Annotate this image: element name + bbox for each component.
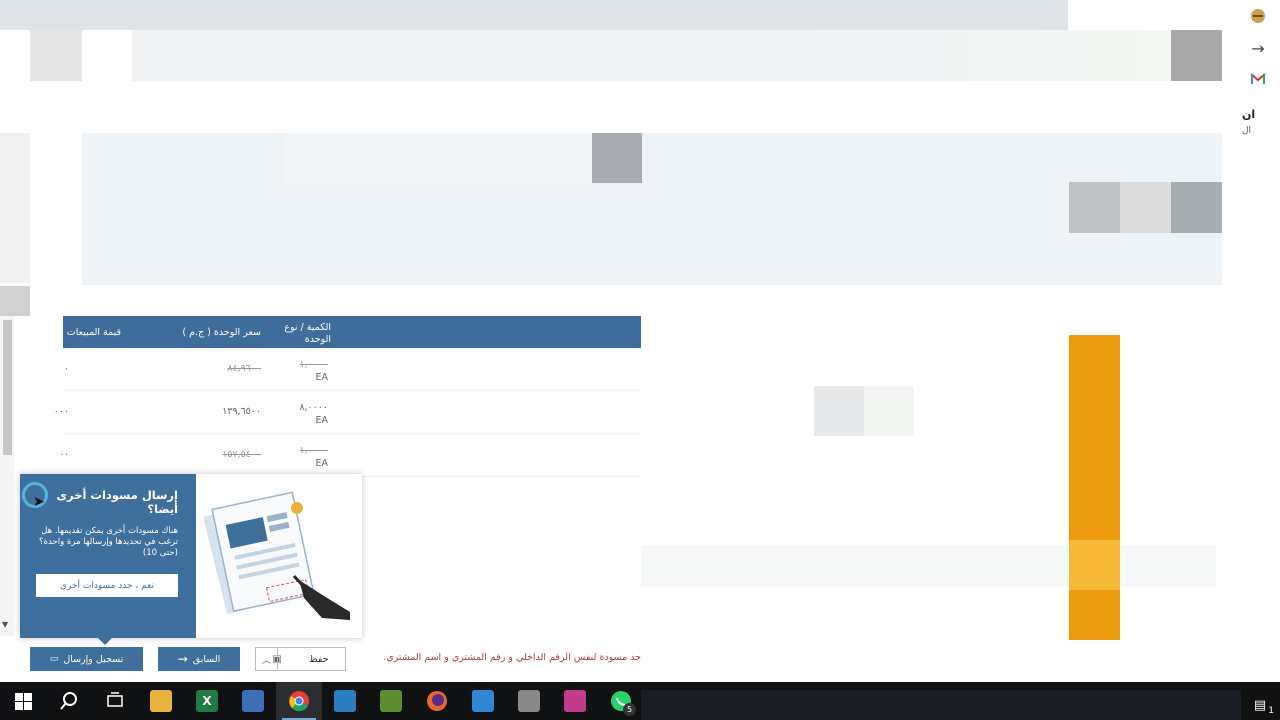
row-qty: ١,٠٠٠٠ [299, 359, 328, 370]
save-label: حفظ [308, 653, 329, 665]
notification-badge: 1 [1268, 706, 1274, 716]
form-section [82, 133, 1222, 285]
table-header: الكمية / نوع الوحدة سعر الوحدة ( ج.م ) ق… [63, 316, 641, 348]
header-sales-value: قيمة المبيعات [66, 327, 121, 338]
table-row: ٨,٠٠٠٠ EA ١٣٩,٦٥٠٠ ٠٠٠ [54, 391, 641, 434]
tile [1171, 182, 1222, 233]
row-unit-price: ١٥٧,٥٤٠٠ [222, 449, 261, 460]
row-sales-value: ٠٠ [58, 449, 69, 460]
popup-body: هناك مسودات أخرى يمكن تقديمها. هل ترغب ف… [39, 526, 178, 558]
taskbar-item-search[interactable] [46, 682, 92, 720]
row-qty: ٨,٠٠٠٠ [299, 402, 328, 413]
task-view-icon [107, 692, 123, 707]
left-gutter-block [0, 286, 30, 316]
toolbar-block [30, 30, 82, 81]
installer-icon [472, 690, 494, 712]
arrow-right-icon: → [177, 652, 188, 666]
right-panel-subtitle: ال [1242, 126, 1252, 136]
taskbar-item-app-drop[interactable] [552, 682, 598, 720]
scrollbar-thumb[interactable] [3, 320, 12, 455]
items-table: الكمية / نوع الوحدة سعر الوحدة ( ج.م ) ق… [54, 316, 641, 477]
taskbar-item-app-blue[interactable] [322, 682, 368, 720]
image-icon [518, 690, 540, 712]
select-other-drafts-button[interactable]: نعم ، حدد مسودات أخرى [36, 574, 178, 597]
orange-bar [1069, 335, 1120, 640]
previous-button[interactable]: السابق → [158, 647, 240, 671]
whatsapp-badge: 5 [623, 703, 636, 716]
outlook-icon [242, 690, 264, 712]
taskbar-items: X5 [0, 682, 644, 720]
row-unit-price: ٨٤,٩٦٠٠ [227, 363, 261, 374]
draft-warning-text: جد مسودة لنفس الرقم الداخلي و رقم المشتر… [383, 652, 641, 663]
windows-logo-icon [14, 692, 32, 710]
profile-avatar-icon[interactable] [1246, 4, 1270, 28]
row-sales-value: ٠٠٠ [53, 406, 69, 417]
header-unit-price: سعر الوحدة ( ج.م ) [182, 327, 261, 338]
form-field[interactable] [285, 133, 595, 183]
taskbar-item-excel[interactable]: X [184, 682, 230, 720]
taskbar-item-outlook[interactable] [230, 682, 276, 720]
taskbar-item-whatsapp[interactable]: 5 [598, 682, 644, 720]
row-unit-price: ١٣٩,٦٥٠٠ [222, 406, 261, 417]
taskbar-dark-region [641, 690, 1241, 720]
chrome-icon [289, 691, 309, 712]
folder-icon [150, 690, 172, 712]
excel-icon: X [196, 690, 218, 712]
row-sales-value: ٠ [63, 363, 69, 374]
firefox-icon [427, 691, 447, 711]
scroll-down-icon[interactable]: ▼ [2, 620, 8, 629]
search-icon [60, 692, 77, 710]
browser-tab-strip [0, 0, 1068, 30]
save-button[interactable]: حفظ ▣ ︿ [255, 647, 346, 671]
drop-icon [564, 690, 586, 712]
form-gray-block [592, 133, 642, 183]
taskbar-item-firefox[interactable] [414, 682, 460, 720]
popup-pointer [96, 636, 114, 645]
tile [1069, 182, 1120, 233]
popup-button-label: نعم ، حدد مسودات أخرى [59, 580, 155, 591]
row-unit: EA [315, 372, 328, 383]
right-panel [1240, 0, 1280, 690]
right-panel-title: ان [1242, 108, 1256, 121]
table-row: ١,٠٠٠٠ EA ٨٤,٩٦٠٠ ٠ [63, 348, 641, 391]
submit-label: تسجيل وإرسال [63, 653, 124, 665]
gmail-icon[interactable] [1246, 66, 1270, 90]
send-icon: ▭ [49, 654, 59, 664]
taskbar-item-app-green[interactable] [368, 682, 414, 720]
taskbar-item-task-view[interactable] [92, 682, 138, 720]
forward-arrow-icon[interactable]: → [1246, 36, 1270, 60]
row-qty: ١,٠٠٠٠ [299, 445, 328, 456]
window-icon [334, 690, 356, 712]
table-body: ١,٠٠٠٠ EA ٨٤,٩٦٠٠ ٠ ٨,٠٠٠٠ EA ١٣٩,٦٥٠٠ ٠٠٠ ١,٠٠٠… [54, 348, 641, 477]
notification-center-icon[interactable]: ▤ 1 [1240, 690, 1280, 720]
taskbar-item-app-gray[interactable] [506, 682, 552, 720]
pale-row [641, 545, 1216, 587]
taskbar-item-app-installer[interactable] [460, 682, 506, 720]
chevron-up-icon[interactable]: ︿ [256, 648, 278, 670]
previous-label: السابق [192, 653, 221, 665]
address-bar[interactable] [132, 30, 1172, 81]
toolbar-gray-block [1171, 30, 1222, 81]
row-unit: EA [315, 458, 328, 469]
submit-send-button[interactable]: تسجيل وإرسال ▭ [30, 647, 143, 671]
tile-group [1069, 182, 1222, 233]
plant-icon [380, 690, 402, 712]
taskbar-item-chrome[interactable] [276, 682, 322, 720]
taskbar-item-file-explorer[interactable] [138, 682, 184, 720]
document-illustration-icon [204, 491, 350, 620]
drafts-popup-panel: إرسال مسودات أخرى أيضا؟ هناك مسودات أخرى… [20, 474, 196, 638]
taskbar-item-windows-start[interactable] [0, 682, 46, 720]
orange-bar-highlight [1069, 540, 1120, 590]
left-gutter [0, 133, 30, 283]
popup-title: إرسال مسودات أخرى أيضا؟ [56, 488, 178, 516]
table-row: ١,٠٠٠٠ EA ١٥٧,٥٤٠٠ ٠٠ [59, 434, 641, 477]
row-unit: EA [315, 415, 328, 426]
header-qty: الكمية / نوع الوحدة [284, 322, 331, 345]
gray-tile-pair [814, 386, 914, 436]
mouse-cursor-icon: ➤ [33, 494, 45, 510]
tile [1120, 182, 1171, 233]
